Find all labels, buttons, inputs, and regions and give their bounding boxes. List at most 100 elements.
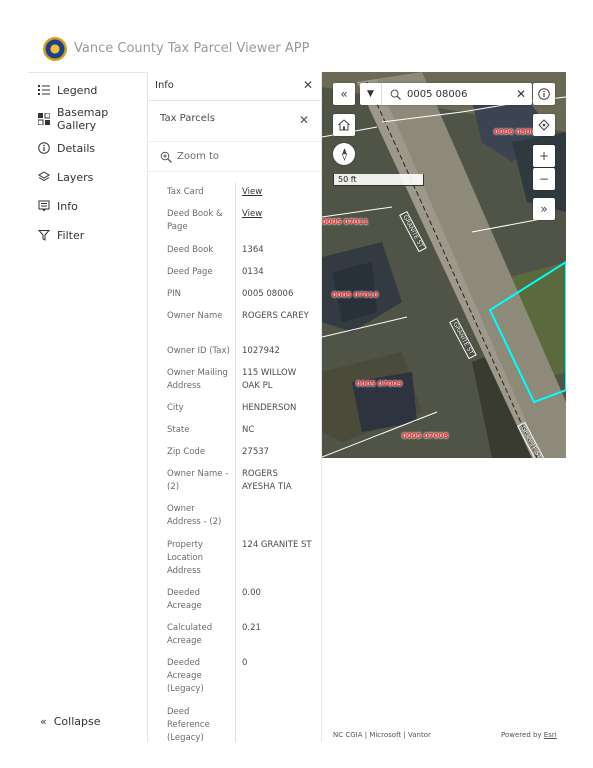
clear-search-icon[interactable]: ✕	[516, 87, 526, 101]
attribute-value: 0	[242, 658, 248, 668]
attribute-key: Owner Address - (2)	[167, 504, 222, 527]
double-chevron-right-icon: »	[540, 202, 548, 216]
zoom-magnifier-icon	[160, 151, 172, 163]
info-panel: Info ✕ Tax Parcels ✕ Zoom to Tax Card Vi…	[147, 72, 322, 742]
layers-icon	[38, 171, 50, 183]
home-icon	[338, 119, 350, 131]
info-button[interactable]	[533, 83, 555, 105]
attribute-key: Deeded Acreage (Legacy)	[167, 658, 204, 694]
map-view[interactable]: 0005 07011 0005 07010 0005 07009 0005 07…	[322, 72, 566, 458]
attribute-value: 0134	[242, 267, 264, 277]
parcel-label: 0005 07009	[356, 380, 403, 388]
attribute-key: Owner Name - (2)	[167, 469, 229, 492]
sidebar-item-layers[interactable]: Layers	[38, 167, 93, 187]
attribute-key: Tax Card	[167, 187, 204, 197]
compass-needle-icon	[341, 148, 347, 161]
minus-icon: −	[538, 172, 550, 186]
sidebar-item-label: Basemap Gallery	[57, 106, 109, 132]
sidebar: Legend Basemap Gallery Details Layers In…	[28, 72, 147, 742]
search-input[interactable]: 0005 08006	[407, 89, 516, 100]
zoom-to-label: Zoom to	[177, 151, 220, 162]
parcel-label: 0005 07008	[402, 432, 449, 440]
powered-prefix: Powered by	[501, 731, 544, 739]
panel-header: Info ✕	[148, 72, 321, 101]
caret-down-icon: ▼	[367, 89, 374, 99]
search-source-dropdown[interactable]: ▼	[360, 83, 382, 105]
popup-icon	[38, 200, 50, 212]
expand-panel-button[interactable]: «	[333, 83, 355, 105]
locate-icon	[538, 119, 550, 131]
attribute-value: NC	[242, 425, 255, 435]
compass-button[interactable]	[333, 143, 355, 165]
attribute-value: HENDERSON	[242, 403, 297, 413]
map-attribution: NC CGIA | Microsoft | Vantor	[333, 731, 431, 739]
attribute-key: Deed Book & Page	[167, 209, 223, 232]
scale-bar: 50 ft	[333, 174, 424, 186]
sidebar-item-label: Filter	[57, 228, 85, 242]
sidebar-item-info[interactable]: Info	[38, 196, 78, 216]
zoom-in-button[interactable]: +	[533, 145, 555, 167]
powered-by: Powered by Esri	[501, 731, 557, 739]
zoom-out-button[interactable]: −	[533, 168, 555, 190]
close-feature-icon[interactable]: ✕	[299, 113, 309, 127]
panel-title: Info	[155, 80, 174, 91]
attribute-value: 0005 08006	[242, 289, 294, 299]
parcel-label: 0005 07010	[332, 291, 379, 299]
attribute-value: 0.21	[242, 623, 261, 633]
sidebar-item-label: Legend	[57, 83, 98, 97]
double-chevron-left-icon: «	[340, 87, 348, 101]
info-circle-icon	[38, 142, 50, 154]
sidebar-item-legend[interactable]: Legend	[38, 80, 97, 100]
attribute-value: 1364	[242, 245, 264, 255]
attribute-key: Deed Reference (Legacy)	[167, 707, 210, 742]
attribute-key: PIN	[167, 289, 181, 299]
parcel-label: 0005 07011	[322, 218, 369, 226]
basemap-gallery-icon	[38, 113, 50, 125]
attribute-table: Tax Card View Deed Book & Page View Deed…	[148, 182, 323, 742]
sidebar-item-details[interactable]: Details	[38, 138, 95, 158]
deed-link[interactable]: View	[242, 208, 312, 221]
home-button[interactable]	[333, 114, 355, 136]
search-widget[interactable]: ▼ 0005 08006 ✕	[360, 83, 532, 105]
app-title: Vance County Tax Parcel Viewer APP	[74, 41, 310, 56]
sidebar-item-label: Details	[57, 141, 96, 155]
attribute-key: Deed Page	[167, 267, 213, 277]
attribute-key: Calculated Acreage	[167, 623, 213, 646]
attribute-value: 27537	[242, 447, 270, 457]
plus-icon: +	[538, 149, 550, 163]
info-circle-icon	[538, 88, 550, 100]
attribute-key: Property Location Address	[167, 540, 203, 576]
attribute-key: City	[167, 403, 184, 413]
sidebar-item-label: Info	[57, 199, 78, 213]
esri-link[interactable]: Esri	[544, 731, 557, 739]
expand-toolbar-button[interactable]: »	[533, 198, 555, 220]
sidebar-item-filter[interactable]: Filter	[38, 225, 84, 245]
zoom-to-button[interactable]: Zoom to	[148, 142, 321, 172]
locate-button[interactable]	[533, 114, 555, 136]
attribute-value: ROGERS CAREY	[242, 311, 309, 321]
attribute-key: Zip Code	[167, 447, 206, 457]
attribute-value: ROGERS AYESHA TIA	[242, 469, 292, 492]
tax-card-link[interactable]: View	[242, 186, 312, 199]
close-icon[interactable]: ✕	[303, 78, 313, 92]
attribute-value: 0.00	[242, 588, 261, 598]
attribute-key: Owner Mailing Address	[167, 368, 228, 391]
filter-icon	[38, 229, 50, 241]
attribute-value: 1027942	[242, 346, 280, 356]
legend-icon	[38, 84, 50, 96]
sidebar-item-label: Layers	[57, 170, 94, 184]
attribute-value: 124 GRANITE ST	[242, 540, 312, 550]
column-divider	[235, 182, 236, 742]
layer-name: Tax Parcels	[160, 113, 215, 124]
search-icon	[390, 89, 401, 100]
app-header: Vance County Tax Parcel Viewer APP	[0, 28, 593, 72]
layer-header: Tax Parcels ✕	[148, 101, 321, 142]
county-seal-logo	[43, 37, 67, 61]
double-chevron-left-icon: «	[40, 715, 47, 728]
sidebar-item-basemap-gallery[interactable]: Basemap Gallery	[38, 106, 147, 132]
attribute-key: Owner ID (Tax)	[167, 346, 230, 356]
collapse-button[interactable]: « Collapse	[40, 715, 100, 728]
attribute-key: State	[167, 425, 190, 435]
attribute-key: Owner Name	[167, 311, 223, 321]
attribute-key: Deed Book	[167, 245, 214, 255]
